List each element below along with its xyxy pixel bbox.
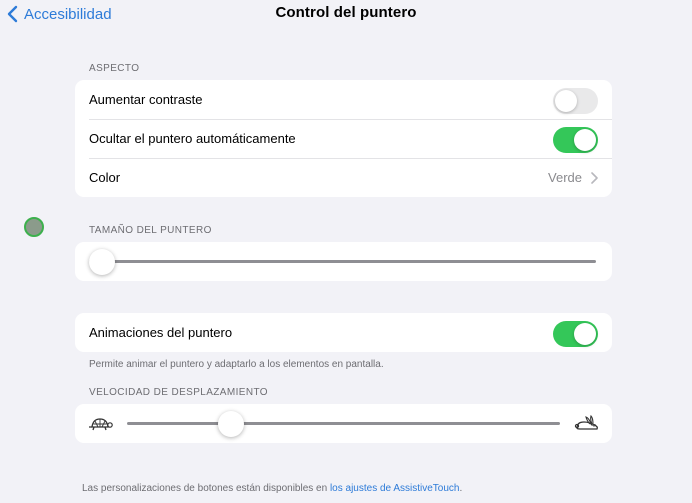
row-animaciones: Animaciones del puntero bbox=[75, 313, 612, 352]
animaciones-card: Animaciones del puntero bbox=[75, 313, 612, 352]
color-value-label: Verde bbox=[548, 170, 582, 185]
section-header-aspecto: ASPECTO bbox=[89, 63, 140, 74]
velocidad-card bbox=[75, 404, 612, 443]
assistivetouch-link[interactable]: los ajustes de AssistiveTouch bbox=[330, 483, 460, 494]
row-label: Ocultar el puntero automáticamente bbox=[89, 131, 296, 146]
row-color[interactable]: Color Verde bbox=[75, 158, 612, 197]
row-ocultar-puntero: Ocultar el puntero automáticamente bbox=[75, 119, 612, 158]
scroll-speed-slider-thumb[interactable] bbox=[217, 411, 244, 437]
row-label: Color bbox=[89, 170, 121, 185]
footer-suffix: . bbox=[459, 483, 463, 494]
pointer-size-slider-track[interactable] bbox=[89, 260, 596, 263]
aspecto-card: Aumentar contraste Ocultar el puntero au… bbox=[75, 80, 612, 197]
aumentar-contraste-toggle[interactable] bbox=[553, 88, 598, 114]
footer-note: Las personalizaciones de botones están d… bbox=[82, 483, 462, 494]
tamano-card bbox=[75, 242, 612, 281]
animaciones-toggle[interactable] bbox=[553, 321, 598, 347]
row-aumentar-contraste: Aumentar contraste bbox=[75, 80, 612, 119]
toggle-knob bbox=[555, 90, 577, 112]
turtle-icon bbox=[89, 418, 113, 431]
section-header-tamano: TAMAÑO DEL PUNTERO bbox=[89, 225, 212, 236]
toggle-knob bbox=[574, 323, 596, 345]
rabbit-icon bbox=[574, 415, 598, 430]
page-title: Control del puntero bbox=[275, 4, 417, 21]
pointer-size-slider-thumb[interactable] bbox=[89, 249, 115, 275]
color-value[interactable]: Verde bbox=[548, 158, 598, 197]
row-label: Aumentar contraste bbox=[89, 92, 203, 107]
chevron-right-icon bbox=[591, 171, 598, 184]
pointer-cursor bbox=[24, 217, 44, 237]
scroll-speed-slider-track[interactable] bbox=[127, 422, 560, 425]
footer-text: Las personalizaciones de botones están d… bbox=[82, 483, 330, 494]
ocultar-puntero-toggle[interactable] bbox=[553, 127, 598, 153]
section-header-velocidad: VELOCIDAD DE DESPLAZAMIENTO bbox=[89, 387, 268, 398]
row-label: Animaciones del puntero bbox=[89, 325, 233, 340]
toggle-knob bbox=[574, 129, 596, 151]
animaciones-footnote: Permite animar el puntero y adaptarlo a … bbox=[89, 359, 384, 370]
